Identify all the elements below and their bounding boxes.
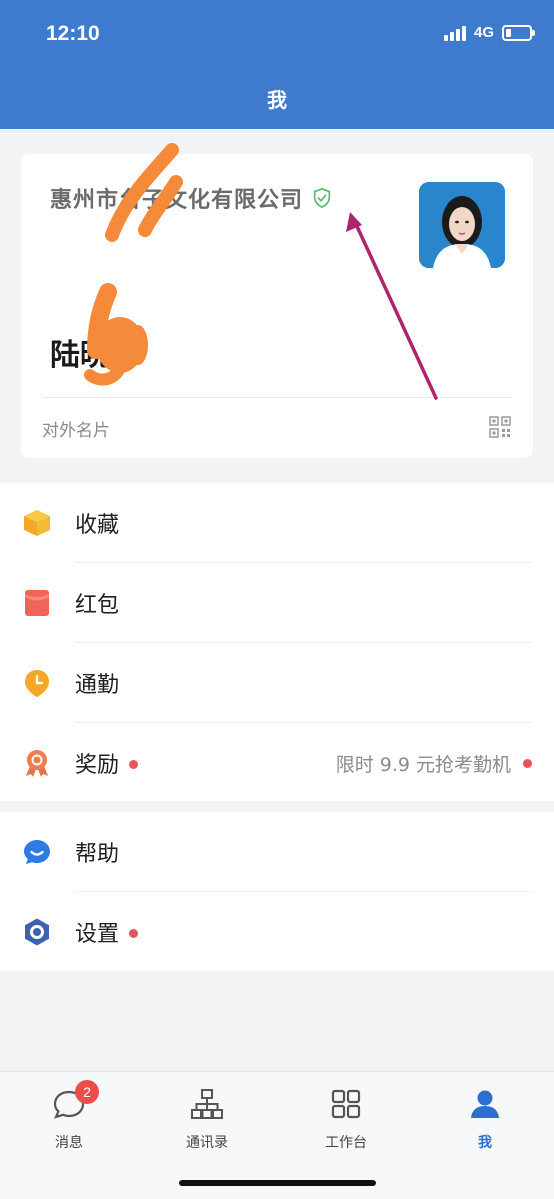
card-divider	[42, 397, 512, 398]
menu-item-label: 帮助	[75, 842, 120, 867]
status-indicators: 4G	[443, 24, 535, 41]
menu-item-rewards[interactable]: 奖励 限时 9.9 元抢考勤机	[0, 723, 554, 803]
clock-pin-icon	[25, 670, 49, 697]
rewards-promo-text[interactable]: 限时 9.9 元抢考勤机	[336, 750, 511, 777]
tab-label: 我	[478, 1135, 492, 1151]
menu-item-commute[interactable]: 通勤	[0, 643, 554, 723]
status-time: 12:10	[46, 22, 100, 45]
red-packet-icon	[25, 590, 49, 616]
menu-item-label: 奖励	[75, 747, 139, 779]
avatar-photo	[419, 182, 505, 268]
tab-workbench[interactable]: 工作台	[277, 1086, 415, 1152]
menu-item-help[interactable]: 帮助	[0, 812, 554, 892]
tab-label: 工作台	[325, 1135, 367, 1151]
person-name: 陆晓	[50, 338, 110, 373]
tab-me[interactable]: 我	[416, 1086, 554, 1152]
unread-badge: 2	[75, 1080, 99, 1104]
chat-bubble-icon	[24, 840, 50, 864]
menu-item-label: 通勤	[75, 673, 120, 698]
battery-icon	[502, 24, 535, 41]
company-name-row: 惠州市台子文化有限公司	[50, 182, 333, 214]
page-title: 我	[267, 88, 287, 112]
company-name: 惠州市台子文化有限公司	[50, 188, 304, 213]
qr-code-icon[interactable]	[489, 416, 511, 438]
menu-item-label: 设置	[75, 916, 139, 948]
person-icon	[467, 1086, 503, 1122]
home-indicator	[179, 1180, 376, 1186]
award-medal-icon	[26, 750, 48, 777]
grid-icon	[328, 1086, 364, 1122]
message-bubble-icon: 2	[51, 1080, 99, 1122]
menu-group-primary: 收藏 红包 通勤 奖励 限时 9.9 元抢考勤机	[0, 483, 554, 801]
avatar[interactable]	[419, 182, 505, 268]
menu-item-red-packet[interactable]: 红包	[0, 563, 554, 643]
notification-dot	[129, 928, 139, 938]
box-icon	[24, 510, 50, 536]
top-header: 12:10 4G 我	[0, 0, 554, 129]
settings-hexagon-icon	[25, 918, 49, 946]
external-card-label[interactable]: 对外名片	[42, 416, 110, 441]
verified-shield-icon	[313, 187, 331, 209]
promo-notification-dot	[523, 758, 532, 768]
tab-label: 消息	[55, 1135, 83, 1151]
settings-label-text: 设置	[75, 922, 120, 947]
menu-item-favorites[interactable]: 收藏	[0, 483, 554, 563]
rewards-label-text: 奖励	[75, 753, 120, 778]
menu-item-settings[interactable]: 设置	[0, 892, 554, 972]
menu-item-label: 红包	[75, 593, 120, 618]
tab-messages[interactable]: 2 消息	[0, 1080, 138, 1152]
notification-dot	[129, 759, 139, 769]
menu-group-secondary: 帮助 设置	[0, 812, 554, 971]
tab-label: 通讯录	[186, 1135, 228, 1151]
menu-item-label: 收藏	[75, 513, 120, 538]
org-chart-icon	[189, 1086, 225, 1122]
signal-icon	[443, 25, 466, 41]
business-card[interactable]: 惠州市台子文化有限公司 陆晓 对外名片	[21, 154, 533, 458]
tab-contacts[interactable]: 通讯录	[138, 1086, 276, 1152]
network-type: 4G	[473, 24, 494, 41]
